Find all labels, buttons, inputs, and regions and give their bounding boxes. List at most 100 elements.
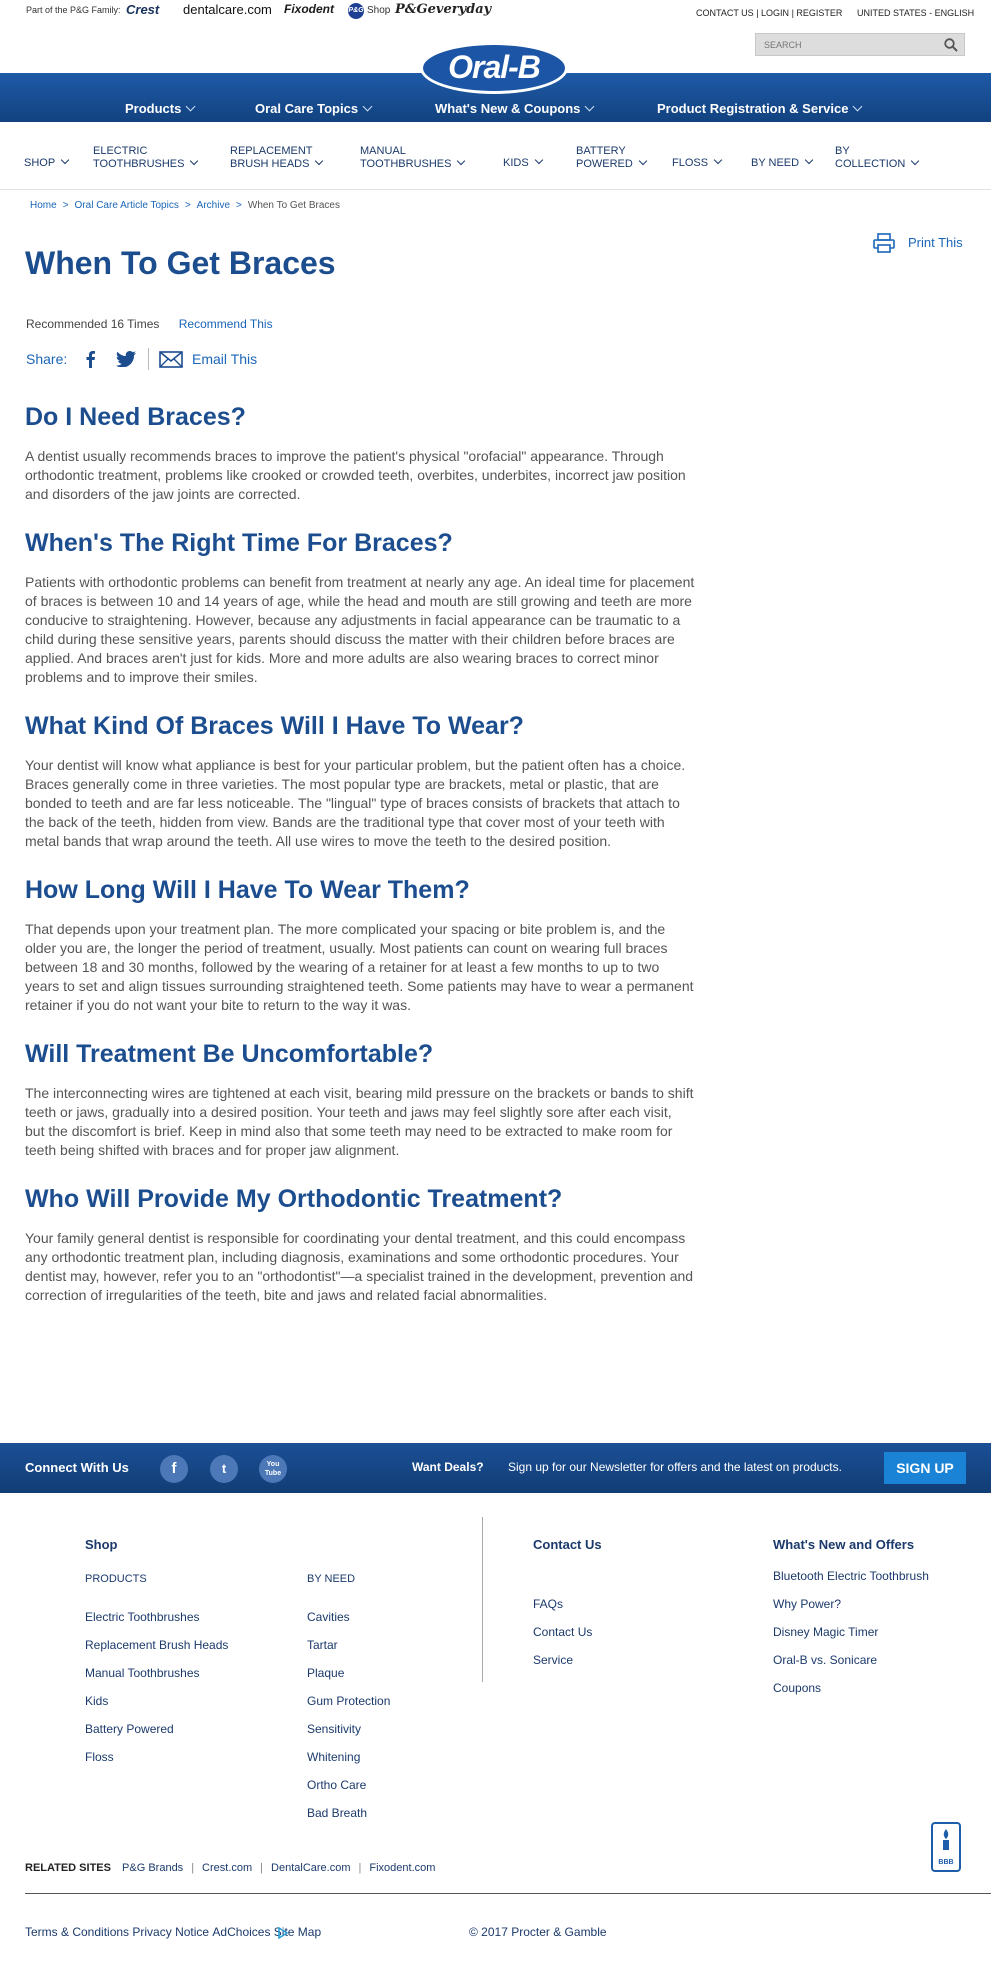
cat-by-need[interactable]: BY NEED [751,155,814,170]
footer-whatsnew-title: What's New and Offers [773,1537,915,1552]
section-heading: How Long Will I Have To Wear Them? [25,876,470,904]
chevron-down-icon [362,101,373,112]
pg-circle-logo: P&G [348,3,364,19]
chevron-down-icon [457,156,466,166]
footer-link[interactable]: Contact Us [533,1625,592,1639]
related-link[interactable]: Fixodent.com [369,1862,435,1874]
twitter-social-icon[interactable]: t [210,1455,238,1483]
footer-link[interactable]: Cavities [307,1610,350,1624]
footer-link[interactable]: Tartar [307,1638,338,1652]
nav-products[interactable]: Products [125,101,196,116]
fixodent-logo-link[interactable]: Fixodent [284,2,334,16]
footer-link[interactable]: Battery Powered [85,1722,174,1736]
cat-electric-toothbrushes[interactable]: ELECTRIC TOOTHBRUSHES [93,145,199,171]
cat-manual-label-2: TOOTHBRUSHES [360,158,452,170]
cat-floss[interactable]: FLOSS [672,155,723,170]
footer-contact-title: Contact Us [533,1537,602,1552]
footer-products-title: PRODUCTS [85,1573,147,1585]
cat-shop[interactable]: SHOP [24,155,70,170]
footer-link[interactable]: Floss [85,1750,114,1764]
contact-us-link[interactable]: CONTACT US [696,8,754,18]
chevron-down-icon [584,101,595,112]
footer-link[interactable]: FAQs [533,1597,563,1611]
login-link[interactable]: LOGIN [761,8,789,18]
footer-products-column: PRODUCTS Electric Toothbrushes Replaceme… [85,1573,228,1777]
bbb-accredited-badge[interactable]: BBB [931,1822,961,1872]
footer-divider [482,1517,483,1682]
nav-product-registration[interactable]: Product Registration & Service [657,101,863,116]
cat-by-collection[interactable]: BY COLLECTION [835,145,920,171]
footer-link[interactable]: Electric Toothbrushes [85,1610,200,1624]
bbb-label: BBB [938,1859,954,1866]
cat-manual-toothbrushes[interactable]: MANUAL TOOTHBRUSHES [360,145,466,171]
footer-link[interactable]: Gum Protection [307,1694,390,1708]
pg-everyday-logo-link[interactable]: P&Geveryday [395,2,491,17]
footer-link[interactable]: Whitening [307,1750,360,1764]
breadcrumb-separator: > [236,200,242,211]
share-label: Share: [26,351,68,367]
breadcrumb-oral-care-topics[interactable]: Oral Care Article Topics [75,200,179,211]
email-icon[interactable] [159,351,183,368]
adchoices-icon [278,1927,288,1939]
nav-oral-care-topics[interactable]: Oral Care Topics [255,101,373,116]
cat-electric-label-2: TOOTHBRUSHES [93,158,185,170]
footer-link[interactable]: Coupons [773,1681,821,1695]
connect-with-us-label: Connect With Us [25,1460,129,1475]
youtube-social-icon[interactable]: You Tube [259,1455,287,1483]
footer-link[interactable]: Manual Toothbrushes [85,1666,200,1680]
pg-family-label: Part of the P&G Family: [26,5,121,15]
related-sites: RELATED SITES P&G Brands | Crest.com | Denta… [25,1862,435,1874]
search-input[interactable] [764,37,934,53]
facebook-social-icon[interactable]: f [160,1455,188,1483]
section-heading: What Kind Of Braces Will I Have To Wear? [25,712,524,740]
sign-up-button[interactable]: SIGN UP [884,1452,966,1484]
breadcrumb-home[interactable]: Home [30,200,57,211]
section-paragraph: Your dentist will know what appliance is… [25,757,686,849]
related-link[interactable]: P&G Brands [122,1862,183,1874]
recommended-count: Recommended 16 Times [26,317,160,331]
facebook-icon[interactable] [84,350,96,368]
privacy-link[interactable]: Privacy Notice [132,1925,209,1939]
crest-logo-link[interactable]: Crest [126,2,159,17]
footer-link[interactable]: Disney Magic Timer [773,1625,878,1639]
footer-rule [25,1893,991,1894]
adchoices-link[interactable]: AdChoices [212,1925,270,1939]
related-sites-label: RELATED SITES [25,1862,111,1874]
pg-shop-logo-link[interactable]: P&G Shop [348,2,402,20]
twitter-icon[interactable] [116,351,136,367]
region-selector[interactable]: UNITED STATES - ENGLISH [857,8,974,18]
footer-link[interactable]: Kids [85,1694,108,1708]
search-icon[interactable] [944,38,958,52]
cat-replacement-label-2: BRUSH HEADS [230,158,310,170]
dentalcare-logo-link[interactable]: dentalcare.com [183,2,272,17]
email-this-link[interactable]: Email This [192,351,257,367]
footer-link[interactable]: Bad Breath [307,1806,367,1820]
breadcrumb-archive[interactable]: Archive [197,200,230,211]
terms-link[interactable]: Terms & Conditions [25,1925,129,1939]
cat-battery-powered[interactable]: BATTERY POWERED [576,145,648,171]
nav-product-registration-label: Product Registration & Service [657,101,849,116]
footer-link[interactable]: Sensitivity [307,1722,361,1736]
section-heading: Who Will Provide My Orthodontic Treatmen… [25,1185,563,1213]
related-link[interactable]: Crest.com [202,1862,252,1874]
footer-link[interactable]: Oral-B vs. Sonicare [773,1653,877,1667]
footer-link[interactable]: Plaque [307,1666,344,1680]
footer-whatsnew-column: What's New and Offers Bluetooth Electric… [773,1537,929,1708]
section-heading: When's The Right Time For Braces? [25,529,453,557]
cat-replacement-brush-heads[interactable]: REPLACEMENT BRUSH HEADS [230,145,324,171]
recommend-this-link[interactable]: Recommend This [179,317,273,331]
footer-link[interactable]: Replacement Brush Heads [85,1638,228,1652]
footer-link[interactable]: Service [533,1653,573,1667]
cat-kids[interactable]: KIDS [503,155,543,170]
footer-link[interactable]: Bluetooth Electric Toothbrush [773,1569,929,1583]
related-link[interactable]: DentalCare.com [271,1862,350,1874]
footer-byneed-column: BY NEED Cavities Tartar Plaque Gum Prote… [307,1573,390,1833]
nav-whats-new[interactable]: What's New & Coupons [435,101,595,116]
oral-b-logo[interactable]: Oral-B [420,42,568,94]
footer-link[interactable]: Why Power? [773,1597,841,1611]
register-link[interactable]: REGISTER [796,8,842,18]
footer-link[interactable]: Ortho Care [307,1778,366,1792]
footer-byneed-title: BY NEED [307,1573,356,1585]
chevron-down-icon [638,156,648,166]
section-paragraph: That depends upon your treatment plan. T… [25,921,694,1013]
